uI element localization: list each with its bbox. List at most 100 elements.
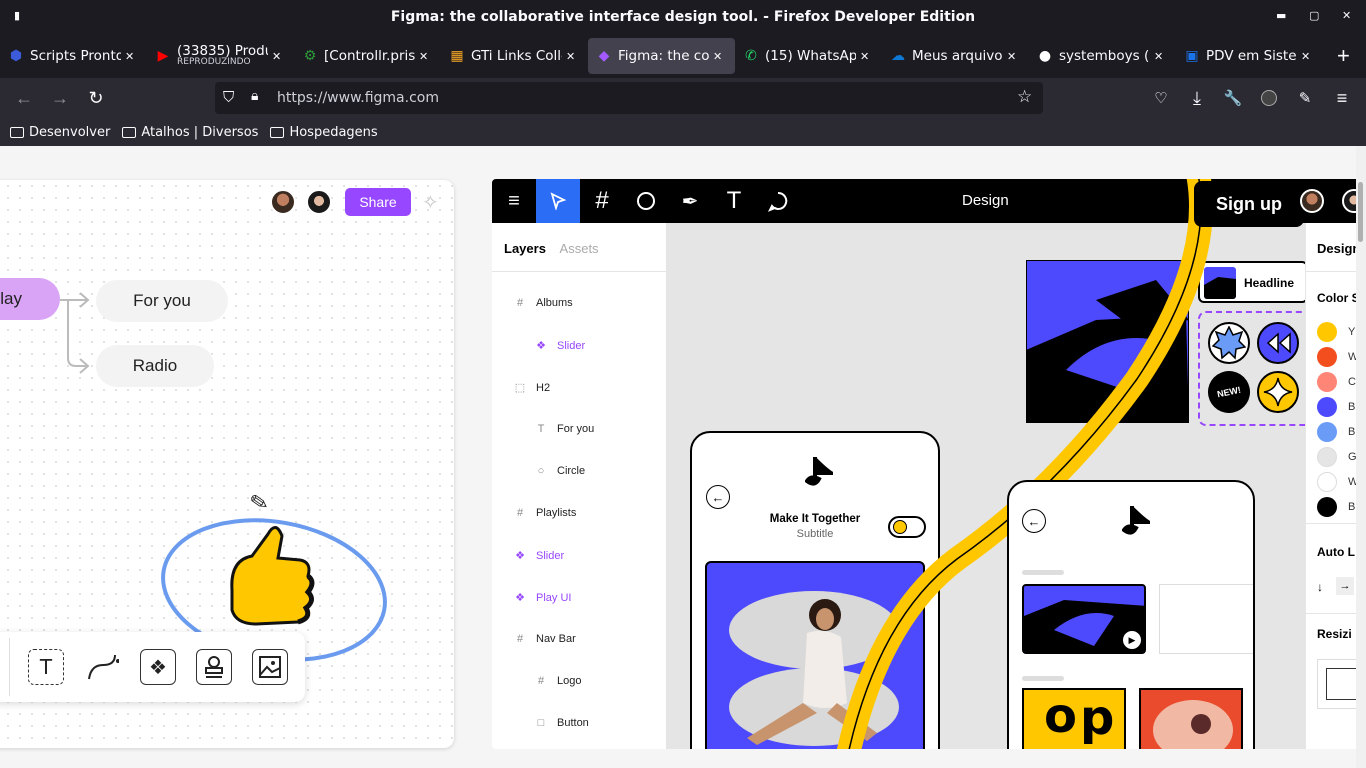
maximize-icon[interactable]: ▢ xyxy=(1309,9,1319,22)
layer-row[interactable]: # Albums xyxy=(514,297,573,309)
pen-tool-icon[interactable]: ✒ xyxy=(668,179,712,223)
play-icon[interactable]: ▶ xyxy=(1122,630,1142,650)
tab-0[interactable]: ⬢ Scripts Prontos ✕ xyxy=(0,38,147,74)
bookmark-folder-2[interactable]: Hospedagens xyxy=(270,125,378,140)
pocket-icon[interactable]: ♡ xyxy=(1150,87,1172,109)
url-bar[interactable]: ⛉ 🔒︎ https://www.figma.com ☆ xyxy=(215,82,1043,114)
minimize-icon[interactable]: ▬ xyxy=(1276,9,1286,22)
mobile-frame-library[interactable]: ← ▶ opop xyxy=(1007,480,1255,749)
close-tab-icon[interactable]: ✕ xyxy=(566,50,580,63)
resizing-box[interactable] xyxy=(1317,659,1356,709)
close-tab-icon[interactable]: ✕ xyxy=(1154,50,1168,63)
back-arrow-icon[interactable]: ← xyxy=(1022,509,1046,533)
figma-icon: ◆ xyxy=(598,48,610,64)
hamburger-menu-icon[interactable]: ≡ xyxy=(492,179,536,223)
lock-icon[interactable]: 🔒︎ xyxy=(251,88,258,104)
mindmap-node-play[interactable]: lay xyxy=(0,278,60,320)
window-menu-icon[interactable]: ▮ xyxy=(14,9,20,22)
arrow-down-icon[interactable]: ↓ xyxy=(1317,580,1323,594)
bookmark-star-icon[interactable]: ☆ xyxy=(1017,87,1032,107)
layer-label: Playlists xyxy=(536,507,577,519)
design-canvas[interactable]: Headline NEW! ← Make It Together Subtitl… xyxy=(667,179,1313,749)
color-swatch-label: Y xyxy=(1348,326,1356,338)
tab-4[interactable]: ◆ Figma: the colla ✕ xyxy=(588,38,735,74)
back-icon[interactable]: ← xyxy=(13,87,35,109)
rewind-icon[interactable] xyxy=(1257,322,1299,364)
mindmap-node-radio[interactable]: Radio xyxy=(96,345,214,387)
frame-tool-icon[interactable]: # xyxy=(580,179,624,223)
reload-icon[interactable]: ↻ xyxy=(85,87,107,109)
image-tool-icon[interactable] xyxy=(252,649,288,685)
color-swatch[interactable] xyxy=(1317,372,1337,392)
component-tool-icon[interactable]: ❖ xyxy=(140,649,176,685)
bookmark-folder-1[interactable]: Atalhos | Diversos xyxy=(122,125,258,140)
layer-row[interactable]: ○ Circle xyxy=(535,465,585,477)
mindmap-node-for-you[interactable]: For you xyxy=(96,280,228,322)
wrench-icon[interactable]: 🔧 xyxy=(1222,87,1244,109)
tab-2[interactable]: ⚙ [Controllr.prism ✕ xyxy=(294,38,441,74)
album-tile-yellow[interactable]: opop xyxy=(1022,688,1126,749)
close-tab-icon[interactable]: ✕ xyxy=(419,50,433,63)
layer-row[interactable]: ❖ Slider xyxy=(514,549,564,563)
forward-icon[interactable]: → xyxy=(49,87,71,109)
arrow-right-icon[interactable]: → xyxy=(1336,577,1354,595)
color-swatch-label: B xyxy=(1348,401,1356,413)
account-avatar-icon[interactable] xyxy=(1258,87,1280,109)
tab-5[interactable]: ✆ (15) WhatsApp ✕ xyxy=(735,38,882,74)
back-arrow-icon[interactable]: ← xyxy=(706,485,730,509)
comment-tool-icon[interactable] xyxy=(756,179,800,223)
color-swatch[interactable] xyxy=(1317,497,1337,517)
tab-8[interactable]: ▣ PDV em Sistem ✕ xyxy=(1176,38,1323,74)
tab-3[interactable]: ▦ GTi Links Colle ✕ xyxy=(441,38,588,74)
layer-row[interactable]: ❖ Slider xyxy=(535,339,585,353)
tab-assets[interactable]: Assets xyxy=(560,241,599,256)
sparkle-star-icon[interactable] xyxy=(1257,371,1299,413)
design-panel-title[interactable]: Design xyxy=(1317,241,1356,256)
downloads-icon[interactable]: ⤓ xyxy=(1186,87,1208,109)
page-scrollbar[interactable] xyxy=(1356,146,1366,768)
layer-row[interactable]: ❖ Play UI xyxy=(514,591,571,605)
connector-tool-icon[interactable] xyxy=(84,649,120,685)
stamp-tool-icon[interactable] xyxy=(196,649,232,685)
close-tab-icon[interactable]: ✕ xyxy=(272,50,286,63)
design-properties-panel: Design Color S Y W C B B G W B Auto L ↓ → Resiz… xyxy=(1305,223,1356,749)
color-styles-heading: Color S xyxy=(1317,291,1356,305)
text-tool-icon[interactable]: T xyxy=(28,649,64,685)
ellipse-tool-icon[interactable] xyxy=(624,179,668,223)
shield-icon[interactable]: ⛉ xyxy=(223,88,234,106)
sign-up-button[interactable]: Sign up xyxy=(1194,181,1304,227)
new-tab-icon[interactable]: + xyxy=(1337,43,1350,69)
share-button[interactable]: Share xyxy=(345,188,411,216)
close-tab-icon[interactable]: ✕ xyxy=(1007,50,1021,63)
ai-sparkle-icon[interactable]: ✧ xyxy=(422,190,439,215)
close-tab-icon[interactable]: ✕ xyxy=(1301,50,1315,63)
color-swatch[interactable] xyxy=(1317,322,1337,342)
close-tab-icon[interactable]: ✕ xyxy=(860,50,874,63)
text-tool-icon[interactable]: T xyxy=(712,179,756,223)
color-swatch[interactable] xyxy=(1317,472,1337,492)
tab-6[interactable]: ☁ Meus arquivos ✕ xyxy=(882,38,1029,74)
close-window-icon[interactable]: ✕ xyxy=(1342,9,1351,22)
color-swatch[interactable] xyxy=(1317,397,1337,417)
layer-row[interactable]: T For you xyxy=(535,423,595,435)
color-swatch[interactable] xyxy=(1317,347,1337,367)
layer-row[interactable]: □ Button xyxy=(535,717,589,729)
move-tool-icon[interactable] xyxy=(536,179,580,223)
color-swatch[interactable] xyxy=(1317,422,1337,442)
layer-row[interactable]: # Nav Bar xyxy=(514,633,576,645)
bookmark-folder-0[interactable]: Desenvolver xyxy=(10,125,110,140)
playlist-card[interactable]: ▶ xyxy=(1022,584,1146,654)
color-swatch[interactable] xyxy=(1317,447,1337,467)
close-tab-icon[interactable]: ✕ xyxy=(125,50,139,63)
menu-icon[interactable]: ≡ xyxy=(1331,87,1353,109)
close-tab-icon[interactable]: ✕ xyxy=(713,50,727,63)
pen-extension-icon[interactable]: ✎ xyxy=(1294,87,1316,109)
tab-1[interactable]: ▶ (33835) ProducREPRODUZINDO ✕ xyxy=(147,38,294,74)
url-text[interactable]: https://www.figma.com xyxy=(277,90,439,106)
tab-7[interactable]: ● systemboys (M ✕ xyxy=(1029,38,1176,74)
layer-row[interactable]: # Playlists xyxy=(514,507,576,519)
album-tile-red[interactable] xyxy=(1139,688,1243,749)
layer-row[interactable]: ⬚ H2 xyxy=(514,381,550,395)
tab-layers[interactable]: Layers xyxy=(504,241,546,256)
layer-row[interactable]: # Logo xyxy=(535,675,582,687)
